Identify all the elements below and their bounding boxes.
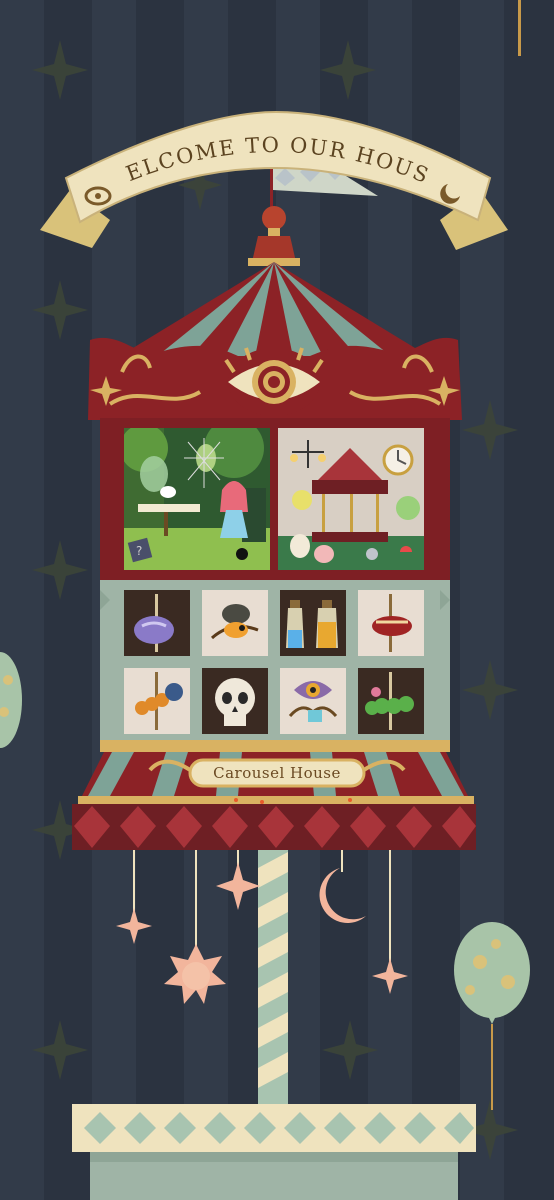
sun-ornament-icon <box>164 944 226 1004</box>
carousel-pole-and-base <box>72 850 476 1200</box>
moon-ornament-icon <box>319 868 366 923</box>
